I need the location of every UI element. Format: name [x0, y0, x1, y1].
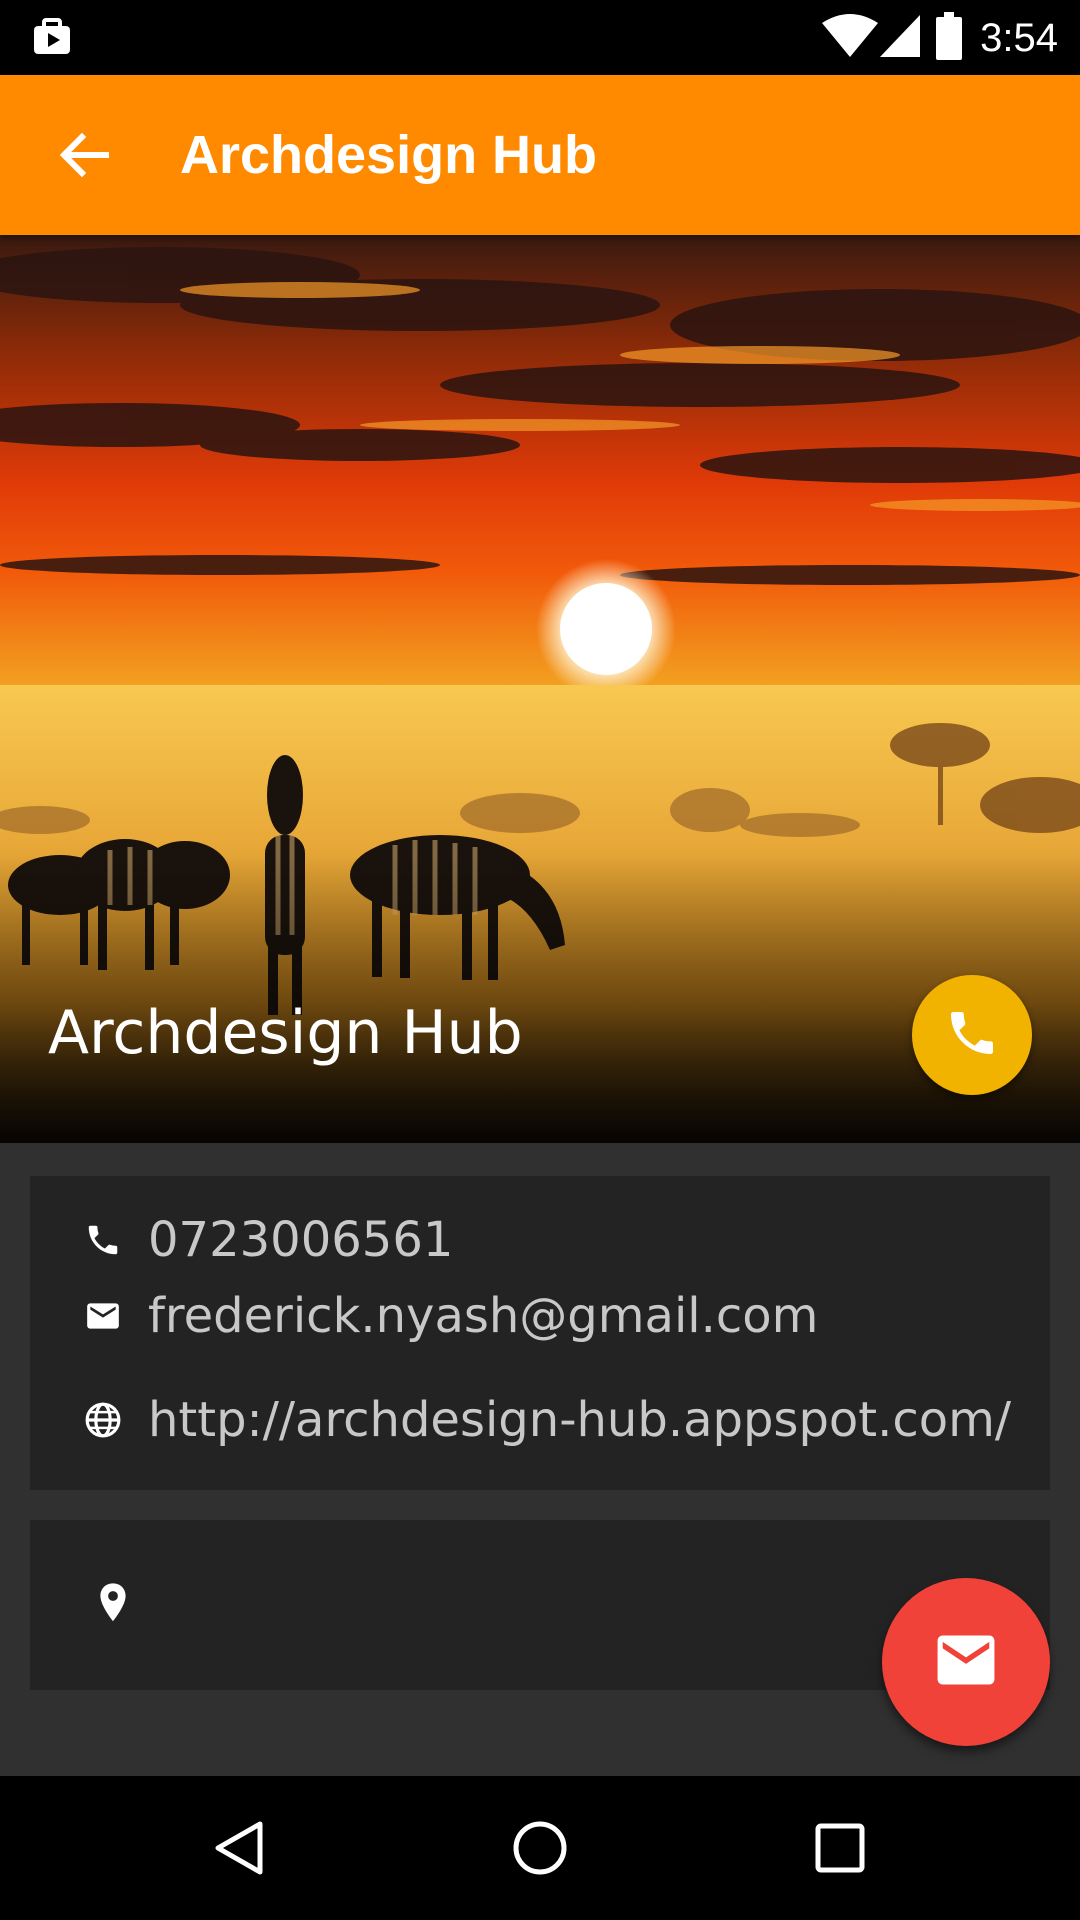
- phone-number: 0723006561: [148, 1212, 454, 1268]
- app-toolbar: Archdesign Hub: [0, 75, 1080, 235]
- email-icon: [82, 1295, 124, 1337]
- location-pin-icon: [92, 1582, 134, 1624]
- contact-card: 0723006561 frederick.nyash@gmail.com htt…: [30, 1176, 1050, 1490]
- email-row[interactable]: frederick.nyash@gmail.com: [82, 1288, 818, 1344]
- website-url: http://archdesign-hub.appspot.com/: [148, 1392, 1012, 1448]
- email-icon: [935, 1635, 997, 1689]
- recents-icon[interactable]: [804, 1812, 876, 1884]
- system-nav-bar: [0, 1776, 1080, 1920]
- address-row[interactable]: [92, 1582, 158, 1624]
- email-address: frederick.nyash@gmail.com: [148, 1288, 819, 1344]
- wifi-icon: [822, 13, 879, 63]
- arrow-back-icon[interactable]: [56, 127, 112, 183]
- phone-icon: [82, 1219, 124, 1261]
- status-bar: 3:54: [0, 0, 1080, 75]
- website-row[interactable]: http://archdesign-hub.appspot.com/: [82, 1392, 1011, 1448]
- phone-row[interactable]: 0723006561: [82, 1212, 453, 1268]
- send-email-button[interactable]: [882, 1578, 1050, 1746]
- status-icons: 3:54: [822, 12, 1058, 64]
- back-icon[interactable]: [204, 1812, 276, 1884]
- home-icon[interactable]: [504, 1812, 576, 1884]
- signal-icon: [880, 13, 922, 63]
- phone-icon: [944, 1005, 1000, 1065]
- hero-title: Archdesign Hub: [48, 998, 523, 1068]
- status-time: 3:54: [980, 16, 1058, 60]
- globe-icon: [82, 1399, 124, 1441]
- notification-bag-icon: [30, 16, 74, 62]
- call-button[interactable]: [912, 975, 1032, 1095]
- toolbar-title: Archdesign Hub: [180, 125, 598, 185]
- battery-icon: [936, 12, 963, 64]
